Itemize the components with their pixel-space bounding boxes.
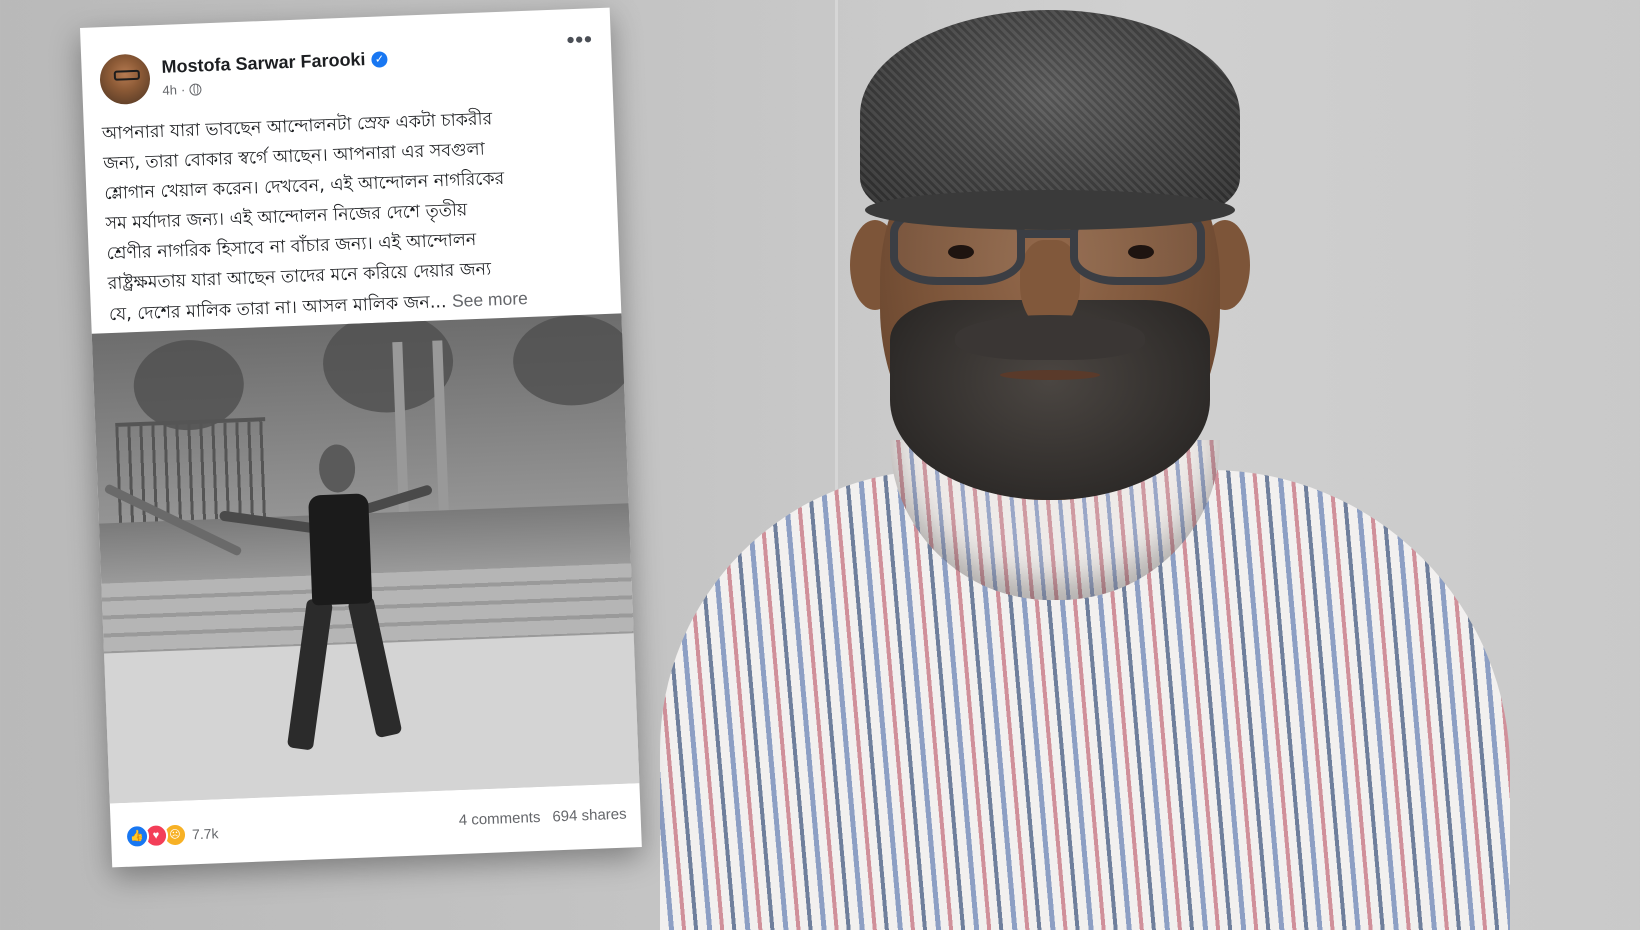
- photo-person-head: [318, 443, 357, 494]
- comments-count[interactable]: 4 comments: [458, 809, 540, 829]
- photo-gate: [115, 417, 270, 527]
- meta-separator: ·: [180, 82, 186, 98]
- shares-count[interactable]: 694 shares: [552, 806, 627, 826]
- engagement-counts: 4 comments 694 shares: [458, 806, 626, 829]
- facebook-post-card: Mostofa Sarwar Farooki ✓ 4h · ••• আপনারা…: [80, 7, 642, 868]
- portrait-photo: [640, 0, 1640, 930]
- post-photo[interactable]: [91, 313, 640, 804]
- avatar[interactable]: [99, 53, 151, 106]
- mustache: [955, 315, 1145, 360]
- more-options-icon[interactable]: •••: [566, 26, 593, 53]
- cap: [860, 10, 1240, 220]
- reactions-summary[interactable]: 👍 ♥ ☹ 7.7k: [124, 821, 219, 849]
- post-text-last-line: যে, দেশের মালিক তারা না। আসল মালিক জন...: [108, 292, 447, 326]
- post-header: Mostofa Sarwar Farooki ✓ 4h · •••: [80, 8, 613, 108]
- globe-icon: [189, 82, 202, 96]
- eye: [1128, 245, 1154, 259]
- author-name[interactable]: Mostofa Sarwar Farooki: [161, 49, 366, 78]
- reaction-count[interactable]: 7.7k: [192, 825, 219, 842]
- photo-person-body: [308, 493, 373, 606]
- author-row: Mostofa Sarwar Farooki ✓: [161, 48, 388, 78]
- mouth: [1000, 370, 1100, 380]
- photo-tree: [511, 313, 635, 408]
- glasses-bridge: [1020, 230, 1075, 238]
- cap-brim: [865, 190, 1235, 230]
- like-icon: 👍: [124, 823, 150, 849]
- eye: [948, 245, 974, 259]
- post-time[interactable]: 4h: [162, 82, 177, 98]
- verified-badge-icon: ✓: [371, 50, 388, 68]
- post-text: আপনারা যারা ভাবছেন আন্দোলনটা স্রেফ একটা …: [102, 101, 590, 330]
- see-more-link[interactable]: See more: [452, 288, 529, 311]
- post-meta: 4h ·: [162, 81, 202, 98]
